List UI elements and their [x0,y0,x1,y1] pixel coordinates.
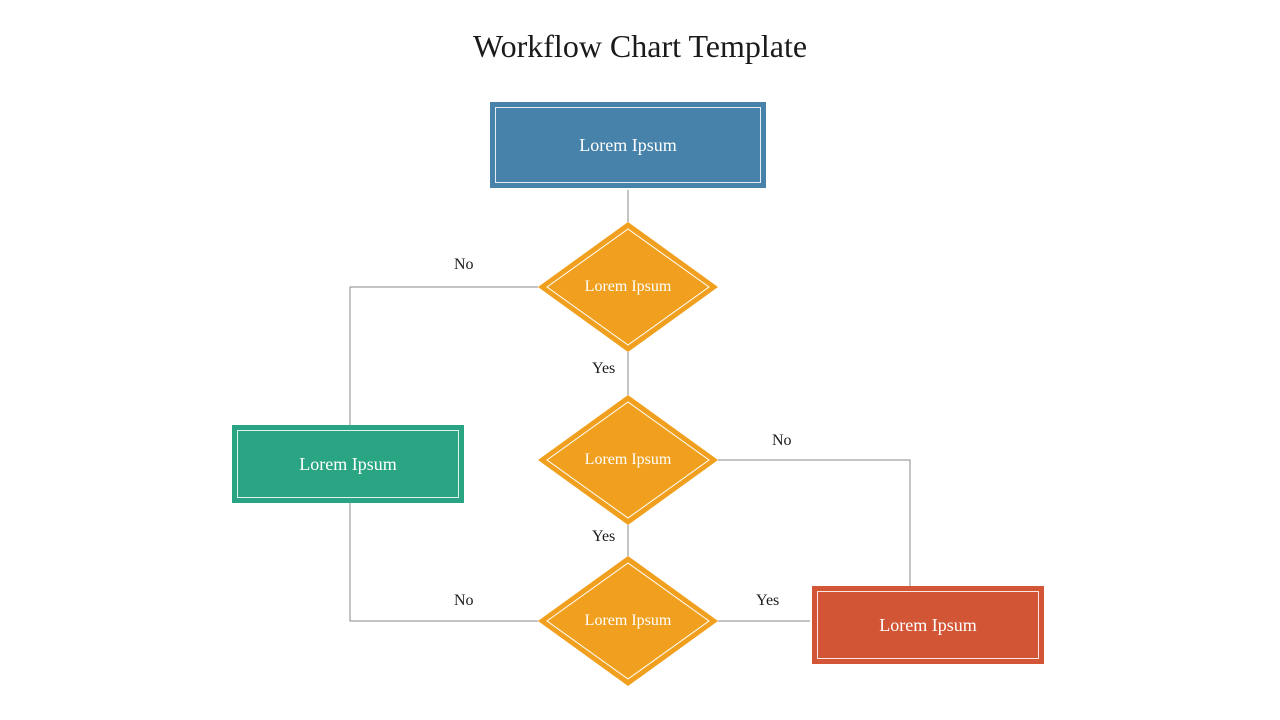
node-decision-3-label: Lorem Ipsum [538,556,718,686]
edge-label-d3-no: No [454,592,474,610]
node-decision-1: Lorem Ipsum [538,222,718,352]
edge-label-d2-yes: Yes [592,528,615,546]
page-title: Workflow Chart Template [0,28,1280,65]
node-right: Lorem Ipsum [812,586,1044,664]
node-left: Lorem Ipsum [232,425,464,503]
edge-label-d1-yes: Yes [592,360,615,378]
edge-label-d3-yes: Yes [756,592,779,610]
node-start-label: Lorem Ipsum [579,135,676,156]
node-decision-3: Lorem Ipsum [538,556,718,686]
node-decision-2: Lorem Ipsum [538,395,718,525]
node-decision-1-label: Lorem Ipsum [538,222,718,352]
node-right-label: Lorem Ipsum [879,615,976,636]
edge-label-d2-no: No [772,432,792,450]
node-left-label: Lorem Ipsum [299,454,396,475]
edge-label-d1-no: No [454,256,474,274]
node-start: Lorem Ipsum [490,102,766,188]
node-decision-2-label: Lorem Ipsum [538,395,718,525]
